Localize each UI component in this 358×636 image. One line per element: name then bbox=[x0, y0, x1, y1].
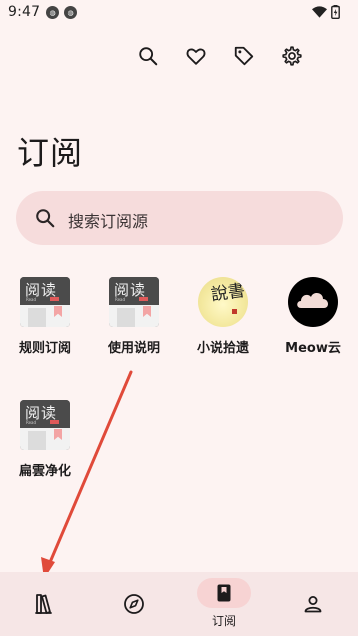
nav-item-subscription[interactable]: 订阅 bbox=[189, 572, 259, 636]
source-name: 使用说明 bbox=[107, 341, 160, 356]
status-bar: 9:47 ◍ ◍ bbox=[0, 0, 358, 26]
favorites-button[interactable] bbox=[180, 40, 212, 72]
reader-app-icon: 阅读 Read bbox=[20, 400, 70, 450]
book-icon bbox=[35, 594, 52, 614]
reader-app-icon: 阅读 Read bbox=[109, 277, 159, 327]
tags-button[interactable] bbox=[228, 40, 260, 72]
search-bar[interactable]: 搜索订阅源 bbox=[16, 191, 343, 245]
search-placeholder: 搜索订阅源 bbox=[68, 212, 149, 231]
source-item[interactable]: 阅读 Read 规则订阅 bbox=[9, 277, 81, 356]
thumb-text: 說書 bbox=[209, 280, 247, 306]
wifi-icon bbox=[312, 6, 327, 18]
source-item[interactable]: 阅读 Read 扁雲净化 bbox=[9, 400, 81, 479]
source-name: 扁雲净化 bbox=[18, 464, 71, 479]
thumb-sub: Read bbox=[26, 297, 37, 302]
page-title: 订阅 bbox=[17, 134, 84, 172]
search-icon bbox=[36, 209, 55, 228]
cloud-icon bbox=[288, 277, 338, 327]
bottom-navigation: 订阅 bbox=[0, 572, 358, 636]
gear-icon bbox=[282, 46, 302, 66]
nav-label: 订阅 bbox=[211, 614, 236, 628]
tag-icon bbox=[234, 46, 254, 66]
nav-item-bookshelf[interactable] bbox=[9, 572, 79, 636]
thumb-sub: Read bbox=[115, 297, 126, 302]
source-item[interactable]: 說書 小说拾遗 bbox=[187, 277, 259, 356]
search-button[interactable] bbox=[132, 40, 164, 72]
status-icons bbox=[312, 5, 340, 19]
heart-icon bbox=[186, 48, 206, 65]
compass-icon bbox=[124, 594, 144, 614]
source-name: Meow云 bbox=[285, 341, 341, 356]
top-toolbar bbox=[139, 40, 358, 72]
app-notification-icon: ◍ bbox=[64, 6, 77, 19]
calligraphy-icon: 說書 bbox=[198, 277, 248, 327]
source-item[interactable]: Meow云 bbox=[277, 277, 349, 356]
battery-icon bbox=[331, 5, 340, 19]
settings-button[interactable] bbox=[276, 40, 308, 72]
person-icon bbox=[304, 596, 322, 613]
bookmark-icon bbox=[217, 584, 231, 602]
source-name: 规则订阅 bbox=[18, 341, 71, 356]
source-name: 小说拾遗 bbox=[196, 341, 249, 356]
app-notification-icon: ◍ bbox=[46, 6, 59, 19]
status-time: 9:47 bbox=[8, 4, 41, 20]
source-item[interactable]: 阅读 Read 使用说明 bbox=[98, 277, 170, 356]
thumb-sub: Read bbox=[26, 420, 37, 425]
nav-item-my[interactable] bbox=[278, 572, 348, 636]
nav-item-discover[interactable] bbox=[99, 572, 169, 636]
reader-app-icon: 阅读 Read bbox=[20, 277, 70, 327]
search-icon bbox=[139, 47, 158, 66]
